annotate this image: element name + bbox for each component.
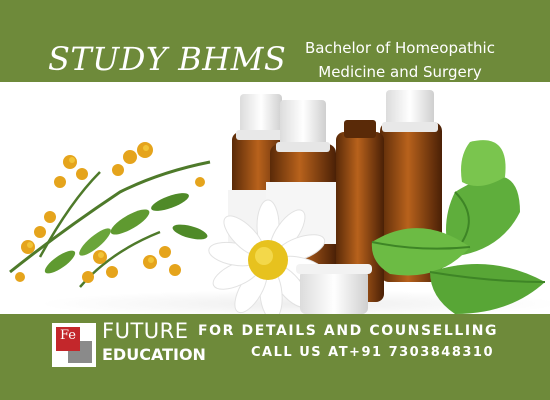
page-title: STUDY BHMS	[48, 40, 287, 78]
bhms-banner: STUDY BHMS Bachelor of Homeopathic Medic…	[0, 0, 550, 400]
phone-contact[interactable]: CALL US AT+91 7303848310	[251, 345, 494, 360]
footer-band: Fe FUTURE EDUCATION FOR DETAILS AND COUN…	[0, 314, 550, 400]
future-education-logo: Fe	[52, 323, 96, 367]
bottle-cap-front	[296, 264, 372, 314]
yellow-herb-flowers	[9, 142, 211, 288]
degree-line-2: Medicine and Surgery	[318, 63, 482, 81]
logo-mark: Fe	[59, 328, 76, 343]
degree-line-1: Bachelor of Homeopathic	[305, 39, 495, 57]
details-text: FOR DETAILS AND COUNSELLING	[198, 323, 499, 339]
header-band: STUDY BHMS Bachelor of Homeopathic Medic…	[0, 0, 550, 82]
degree-name: Bachelor of Homeopathic Medicine and Sur…	[285, 36, 515, 84]
brand-name-line-1: FUTURE	[102, 319, 189, 343]
hero-photo	[0, 82, 550, 314]
homeopathy-illustration	[9, 90, 550, 314]
brand-name-line-2: EDUCATION	[102, 345, 206, 364]
